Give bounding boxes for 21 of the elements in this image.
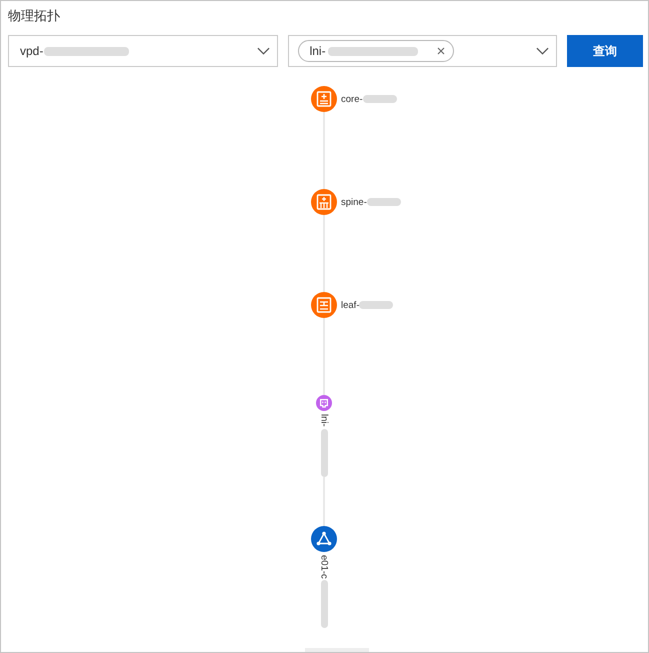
switch-icon[interactable] (311, 189, 337, 215)
query-button[interactable]: 查询 (567, 35, 643, 67)
switch-icon[interactable] (311, 86, 337, 112)
chevron-down-icon (256, 47, 270, 55)
node-label: core- (341, 94, 363, 104)
port-icon[interactable] (316, 395, 332, 411)
instance-select[interactable]: lni- (288, 35, 558, 67)
node-label: e01-c (318, 554, 330, 578)
chevron-down-icon (536, 47, 550, 55)
switch-icon[interactable] (311, 292, 337, 318)
close-icon[interactable] (436, 47, 445, 55)
selected-tag[interactable]: lni- (298, 40, 454, 62)
node-label: lni- (318, 414, 330, 427)
node-label: spine- (341, 196, 367, 208)
section-title: 物理拓扑 (7, 8, 61, 26)
tag-label: lni- (310, 44, 326, 58)
node-label: leaf- (341, 300, 360, 310)
triangle-network-icon[interactable] (311, 526, 337, 552)
select-value: vpd- (20, 44, 44, 58)
network-select[interactable]: vpd- (8, 35, 278, 67)
scrollbar-thumb[interactable] (305, 648, 369, 652)
